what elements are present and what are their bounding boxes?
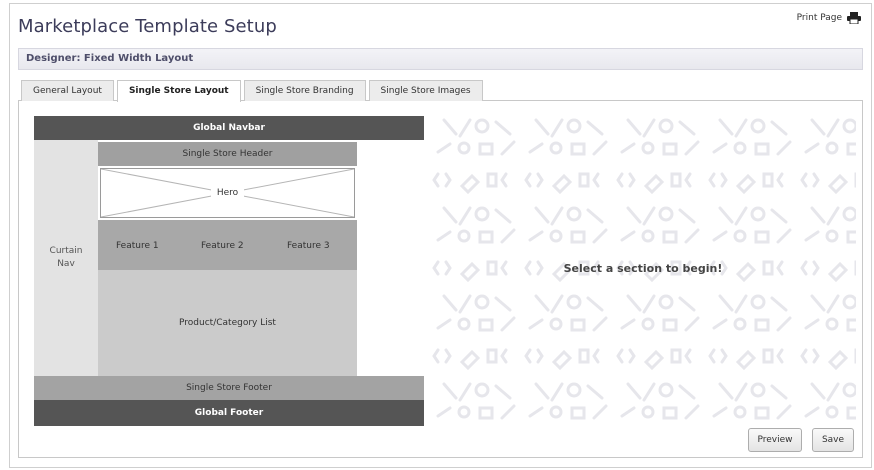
section-editor-area: Select a section to begin! xyxy=(430,116,856,426)
curtain-nav-section[interactable]: Curtain Nav xyxy=(34,140,98,376)
designer-label: Designer: Fixed Width Layout xyxy=(26,53,194,64)
store-footer-section[interactable]: Single Store Footer xyxy=(34,376,424,400)
global-footer-section[interactable]: Global Footer xyxy=(34,400,424,426)
tab-strip: General Layout Single Store Layout Singl… xyxy=(21,80,486,102)
curtain-nav-label: Curtain Nav xyxy=(49,246,83,269)
designer-bar: Designer: Fixed Width Layout xyxy=(18,48,863,70)
feature-1-block[interactable]: Feature 1 xyxy=(116,241,159,251)
hero-label: Hero xyxy=(210,188,245,198)
tab-single-store-images[interactable]: Single Store Images xyxy=(368,80,483,101)
feature-2-block[interactable]: Feature 2 xyxy=(201,241,244,251)
global-navbar-section[interactable]: Global Navbar xyxy=(34,116,424,140)
hero-section[interactable]: Hero xyxy=(100,168,355,218)
print-page-link[interactable]: Print Page xyxy=(797,12,861,24)
print-page-label: Print Page xyxy=(796,13,842,23)
tab-single-store-layout[interactable]: Single Store Layout xyxy=(116,80,241,102)
printer-icon xyxy=(847,12,861,24)
product-category-list-section[interactable]: Product/Category List xyxy=(98,270,357,376)
feature-3-block[interactable]: Feature 3 xyxy=(287,241,330,251)
tab-general-layout[interactable]: General Layout xyxy=(21,80,114,101)
features-section: Feature 1 Feature 2 Feature 3 xyxy=(98,220,357,270)
layout-diagram: Global Navbar Curtain Nav Single Store H… xyxy=(34,116,424,426)
save-button[interactable]: Save xyxy=(812,428,854,452)
store-header-section[interactable]: Single Store Header xyxy=(98,142,357,166)
tab-single-store-branding[interactable]: Single Store Branding xyxy=(243,80,366,101)
preview-button[interactable]: Preview xyxy=(748,428,802,452)
page-title: Marketplace Template Setup xyxy=(18,16,277,37)
select-section-prompt: Select a section to begin! xyxy=(563,262,723,275)
